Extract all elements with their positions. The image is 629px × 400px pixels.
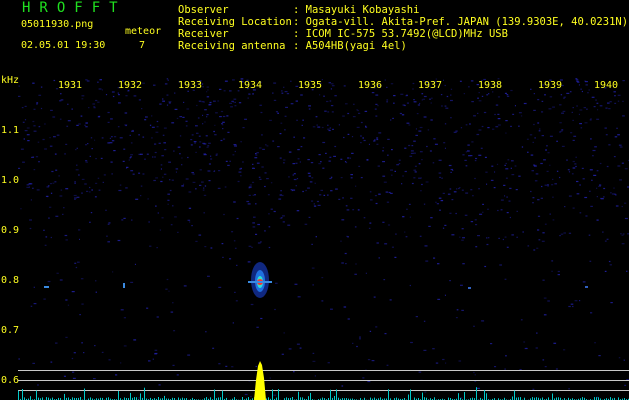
x-tick-label: 1936 xyxy=(358,80,383,91)
spectrogram-noise xyxy=(18,78,629,399)
signal-peak xyxy=(254,361,266,400)
power-spectrum xyxy=(18,361,629,400)
y-tick-label: 0.6 xyxy=(1,375,20,386)
meteor-echo-1 xyxy=(44,286,49,288)
meteor-echo-4 xyxy=(585,286,588,288)
date-time: 02.05.01 19:30 xyxy=(21,40,106,51)
info-value-observer: : Masayuki Kobayashi xyxy=(293,4,420,16)
x-tick-label: 1935 xyxy=(298,80,323,91)
app-title: HROFFT xyxy=(22,0,127,16)
meteor-count: 7 xyxy=(139,40,146,51)
info-value-antenna: : A504HB(yagi 4el) xyxy=(293,40,407,52)
y-tick-label: 0.9 xyxy=(1,225,20,236)
y-axis-unit: kHz xyxy=(1,75,20,86)
x-tick-label: 1933 xyxy=(178,80,203,91)
hrofft-window: HROFFT 05011930.png 02.05.01 19:30 meteo… xyxy=(0,0,629,400)
y-tick-label: 0.7 xyxy=(1,325,20,336)
x-tick-label: 1940 xyxy=(594,80,619,91)
info-value-location: : Ogata-vill. Akita-Pref. JAPAN (139.930… xyxy=(293,16,629,28)
x-tick-label: 1932 xyxy=(118,80,143,91)
info-key-location: Receiving Location xyxy=(178,16,292,28)
meteor-echo-main xyxy=(248,262,272,298)
meteor-echo-2 xyxy=(123,283,125,288)
y-tick-label: 1.0 xyxy=(1,175,20,186)
x-tick-label: 1937 xyxy=(418,80,443,91)
info-key-antenna: Receiving antenna xyxy=(178,40,286,52)
spectrogram-plot xyxy=(18,78,629,400)
file-name: 05011930.png xyxy=(21,19,94,30)
info-value-receiver: : ICOM IC-575 53.7492(@LCD)MHz USB xyxy=(293,28,508,40)
x-tick-label: 1931 xyxy=(58,80,83,91)
y-tick-label: 1.1 xyxy=(1,125,20,136)
info-key-receiver: Receiver xyxy=(178,28,229,40)
meteor-label: meteor xyxy=(125,26,162,37)
meteor-echo-3 xyxy=(468,287,471,289)
info-key-observer: Observer xyxy=(178,4,229,16)
x-tick-label: 1939 xyxy=(538,80,563,91)
x-tick-label: 1938 xyxy=(478,80,503,91)
x-tick-label: 1934 xyxy=(238,80,263,91)
y-tick-label: 0.8 xyxy=(1,275,20,286)
meteor-echoes xyxy=(44,262,588,298)
